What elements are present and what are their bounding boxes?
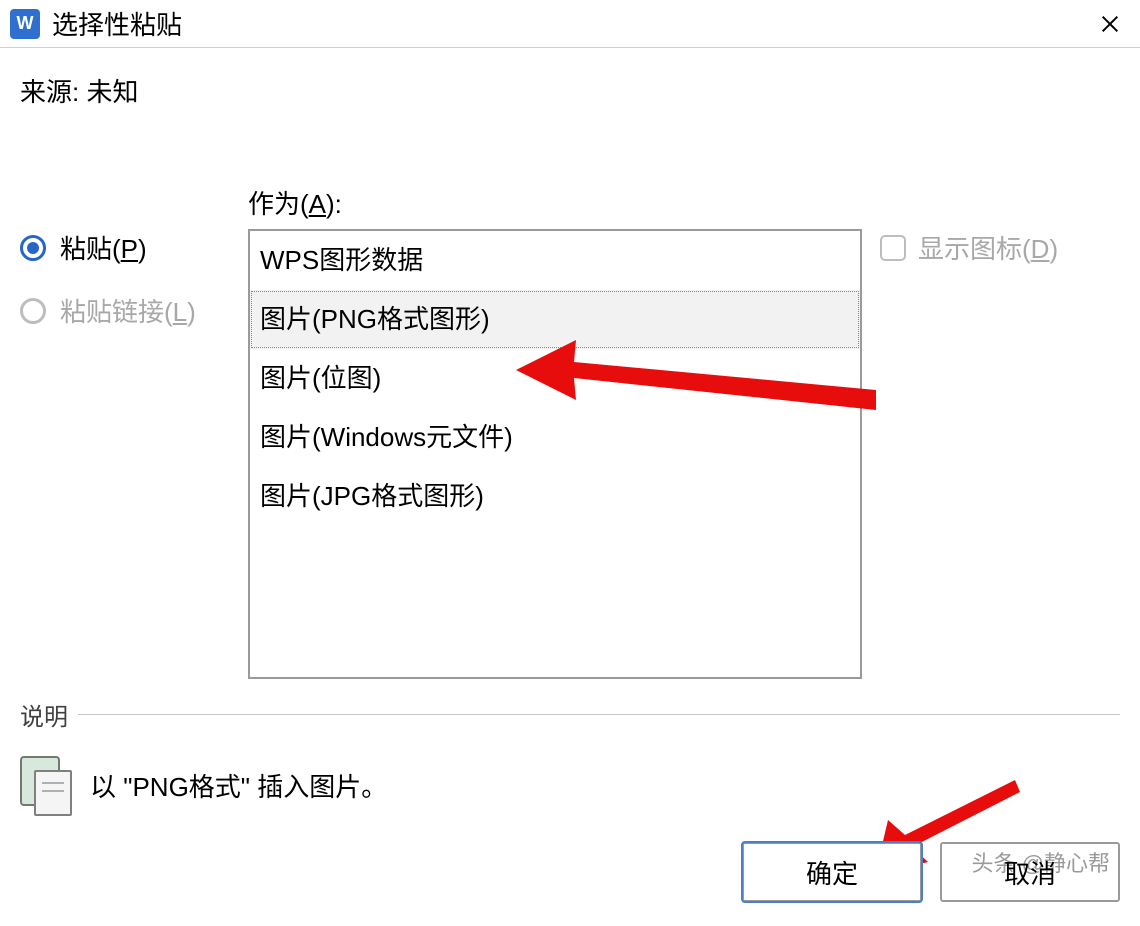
description-header-label: 说明 [20, 697, 68, 732]
dialog-title: 选择性粘贴 [52, 5, 182, 42]
divider [78, 714, 1120, 715]
close-icon [1099, 13, 1121, 35]
ok-button-label: 确定 [806, 854, 858, 891]
close-button[interactable] [1090, 4, 1130, 44]
list-item[interactable]: WPS图形数据 [250, 231, 860, 290]
list-item[interactable]: 图片(Windows元文件) [250, 408, 860, 467]
cancel-button[interactable]: 取消 [940, 842, 1120, 902]
radio-column: 粘贴(P) 粘贴链接(L) [20, 169, 248, 355]
radio-circle-icon [20, 298, 46, 324]
radio-paste-label: 粘贴(P) [60, 229, 147, 266]
list-item[interactable]: 图片(JPG格式图形) [250, 467, 860, 526]
ok-button[interactable]: 确定 [742, 842, 922, 902]
listbox-wrap: WPS图形数据 图片(PNG格式图形) 图片(位图) 图片(Windows元文件… [248, 229, 862, 679]
paste-area: 粘贴(P) 粘贴链接(L) WPS图形数据 图片(PNG格式图形) 图片(位图)… [20, 169, 1120, 679]
as-label: 作为(A): [248, 184, 342, 221]
clipboard-icon [20, 756, 70, 814]
footer-buttons: 确定 取消 [742, 842, 1120, 902]
radio-paste-link-label: 粘贴链接(L) [60, 292, 196, 329]
titlebar: W 选择性粘贴 [0, 0, 1140, 48]
checkbox-box-icon [880, 235, 906, 261]
description-section: 说明 以 "PNG格式" 插入图片。 [0, 697, 1140, 814]
format-listbox[interactable]: WPS图形数据 图片(PNG格式图形) 图片(位图) 图片(Windows元文件… [248, 229, 862, 679]
app-icon-letter: W [17, 13, 34, 34]
radio-paste[interactable]: 粘贴(P) [20, 229, 248, 266]
cancel-button-label: 取消 [1004, 854, 1056, 891]
dialog-body: 来源: 未知 作为(A): 粘贴(P) 粘贴链接(L) WPS图形数据 图片(P [0, 48, 1140, 679]
source-line: 来源: 未知 [20, 72, 1120, 109]
app-icon: W [10, 9, 40, 39]
radio-circle-icon [20, 235, 46, 261]
list-item[interactable]: 图片(PNG格式图形) [250, 290, 860, 349]
source-value: 未知 [86, 77, 138, 107]
show-icon-checkbox: 显示图标(D) [880, 229, 1120, 266]
right-column: 显示图标(D) [862, 169, 1120, 266]
description-text: 以 "PNG格式" 插入图片。 [90, 767, 387, 804]
description-header: 说明 [20, 697, 1120, 732]
list-item[interactable]: 图片(位图) [250, 349, 860, 408]
source-label: 来源: [20, 77, 79, 107]
show-icon-label: 显示图标(D) [918, 229, 1058, 266]
description-body: 以 "PNG格式" 插入图片。 [20, 756, 1120, 814]
radio-paste-link: 粘贴链接(L) [20, 292, 248, 329]
